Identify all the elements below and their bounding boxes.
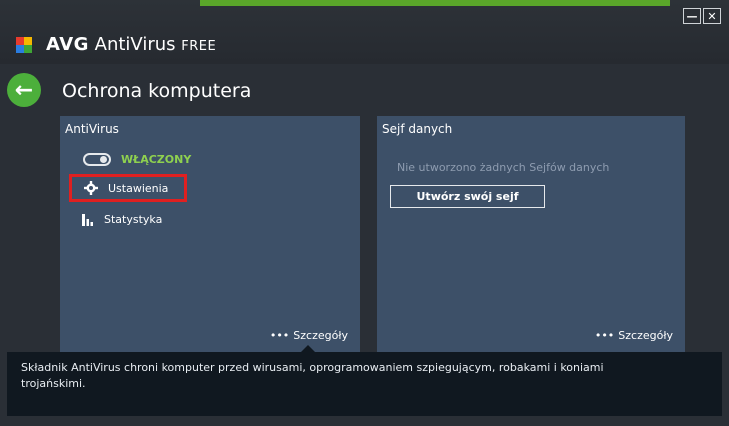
minimize-button[interactable]: —: [683, 8, 701, 24]
app-logo: AVG AntiVirus FREE: [16, 34, 216, 55]
antivirus-status: WŁĄCZONY: [121, 153, 192, 166]
bar-chart-icon: [82, 213, 93, 226]
vault-note: Nie utworzono żadnych Sejfów danych: [397, 161, 610, 174]
details-label: Szczegóły: [618, 329, 673, 342]
details-label: Szczegóły: [293, 329, 348, 342]
back-button[interactable]: ←: [7, 73, 41, 107]
app-brand: AVG: [46, 34, 89, 55]
page-title: Ochrona komputera: [62, 80, 252, 102]
settings-label: Ustawienia: [108, 181, 169, 195]
statistics-label: Statystyka: [104, 213, 163, 226]
arrow-left-icon: ←: [14, 77, 34, 103]
vault-panel: Sejf danych Nie utworzono żadnych Sejfów…: [377, 116, 685, 352]
vault-title: Sejf danych: [382, 122, 453, 136]
window-controls: — ✕: [683, 8, 721, 24]
gear-icon: [84, 181, 98, 195]
app-window: — ✕ AVG AntiVirus FREE ← Ochrona kompute…: [0, 0, 729, 426]
dots-icon: •••: [594, 329, 615, 342]
antivirus-details-link[interactable]: ••• Szczegóły: [270, 329, 348, 342]
app-product: AntiVirus: [94, 34, 176, 55]
settings-link[interactable]: Ustawienia: [69, 174, 187, 202]
statistics-link[interactable]: Statystyka: [82, 213, 162, 226]
antivirus-panel: AntiVirus WŁĄCZONY Ustawienia Statystyka…: [60, 116, 360, 352]
description-bar: Składnik AntiVirus chroni komputer przed…: [7, 352, 722, 416]
component-description: Składnik AntiVirus chroni komputer przed…: [21, 361, 604, 390]
close-button[interactable]: ✕: [703, 8, 721, 24]
app-title: AVG AntiVirus FREE: [46, 34, 216, 55]
antivirus-title: AntiVirus: [65, 122, 119, 136]
create-vault-button[interactable]: Utwórz swój sejf: [390, 185, 545, 208]
dots-icon: •••: [269, 329, 290, 342]
vault-details-link[interactable]: ••• Szczegóły: [595, 329, 673, 342]
antivirus-toggle-row[interactable]: WŁĄCZONY: [83, 153, 191, 166]
toggle-switch-icon[interactable]: [83, 153, 111, 166]
accent-strip: [200, 0, 670, 6]
avg-logo-icon: [16, 36, 40, 53]
app-edition: FREE: [181, 39, 217, 54]
